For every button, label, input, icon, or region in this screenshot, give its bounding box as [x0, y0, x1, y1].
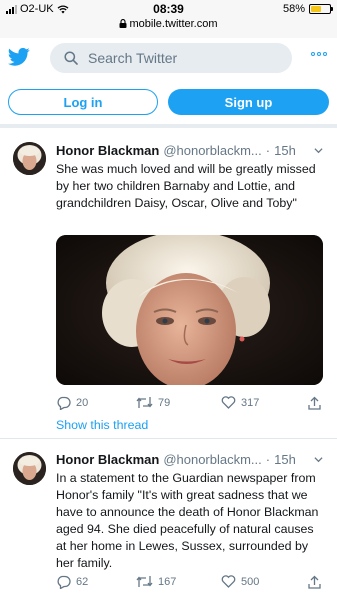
separator-dot: · [265, 143, 271, 158]
reply-icon [57, 396, 71, 410]
like-icon [221, 396, 236, 409]
status-bar: O2-UK 08:39 mobile.twitter.com 58% [0, 0, 337, 38]
tweet-header: Honor Blackman @honorblackm... · 15h [56, 452, 296, 467]
retweet-count: 79 [158, 396, 171, 409]
tweet-actions: 62 167 500 [56, 575, 326, 593]
search-input[interactable]: Search Twitter [50, 43, 292, 73]
reply-button[interactable]: 20 [56, 396, 88, 410]
chevron-down-icon[interactable] [314, 455, 323, 464]
chevron-down-icon[interactable] [314, 146, 323, 155]
login-button[interactable]: Log in [8, 89, 158, 115]
tweet-actions: 20 79 317 [56, 396, 326, 414]
more-icon[interactable] [311, 52, 327, 56]
author-name[interactable]: Honor Blackman [56, 143, 159, 158]
author-name[interactable]: Honor Blackman [56, 452, 159, 467]
share-button[interactable] [308, 396, 321, 410]
tweet-text: She was much loved and will be greatly m… [56, 162, 316, 210]
signup-button[interactable]: Sign up [168, 89, 329, 115]
like-count: 500 [241, 575, 260, 588]
url-text: mobile.twitter.com [129, 18, 218, 30]
author-handle[interactable]: @honorblackm... [163, 143, 261, 158]
battery-icon [309, 4, 333, 14]
lock-icon [119, 19, 127, 28]
tweet-header: Honor Blackman @honorblackm... · 15h [56, 143, 296, 158]
avatar[interactable] [13, 452, 46, 485]
tweet-text: In a statement to the Guardian newspaper… [56, 471, 319, 570]
share-button[interactable] [308, 575, 321, 589]
tweet[interactable]: Honor Blackman @honorblackm... · 15h She… [0, 128, 337, 438]
like-button[interactable]: 317 [221, 396, 259, 409]
twitter-bird-icon[interactable] [8, 47, 30, 67]
search-placeholder: Search Twitter [88, 50, 178, 66]
tweet[interactable]: Honor Blackman @honorblackm... · 15h In … [0, 439, 337, 600]
tweet-photo[interactable] [56, 235, 323, 385]
separator-dot: · [265, 452, 271, 467]
auth-bar: Log in Sign up [0, 82, 337, 124]
reply-count: 20 [76, 397, 89, 409]
twitter-header: Search Twitter [0, 38, 337, 82]
show-thread-link[interactable]: Show this thread [56, 418, 148, 432]
retweet-button[interactable]: 167 [136, 575, 176, 588]
reply-icon [57, 575, 71, 589]
avatar[interactable] [13, 142, 46, 175]
like-button[interactable]: 500 [221, 575, 259, 588]
like-count: 317 [241, 396, 260, 409]
retweet-icon [136, 397, 153, 408]
reply-count: 62 [76, 576, 89, 588]
retweet-button[interactable]: 79 [136, 396, 170, 409]
share-icon [308, 396, 321, 410]
like-icon [221, 575, 236, 588]
address-bar[interactable]: mobile.twitter.com [0, 18, 337, 30]
share-icon [308, 575, 321, 589]
status-right: 58% [282, 3, 333, 15]
tweet-time[interactable]: 15h [274, 452, 296, 467]
retweet-icon [136, 576, 153, 587]
search-icon [64, 51, 78, 65]
author-handle[interactable]: @honorblackm... [163, 452, 261, 467]
tweet-time[interactable]: 15h [274, 143, 296, 158]
reply-button[interactable]: 62 [56, 575, 88, 589]
battery-percent: 58% [282, 3, 305, 15]
retweet-count: 167 [158, 575, 177, 588]
